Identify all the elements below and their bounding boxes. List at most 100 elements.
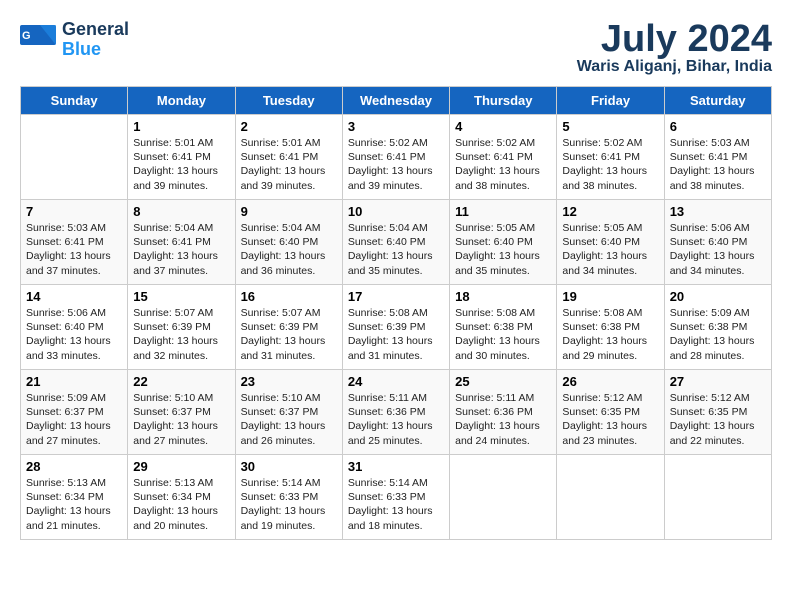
day-number: 26 (562, 374, 658, 389)
location: Waris Aliganj, Bihar, India (577, 58, 772, 76)
day-info: Sunrise: 5:11 AM Sunset: 6:36 PM Dayligh… (348, 391, 444, 448)
day-info: Sunrise: 5:12 AM Sunset: 6:35 PM Dayligh… (670, 391, 766, 448)
title-block: July 2024 Waris Aliganj, Bihar, India (577, 20, 772, 76)
day-info: Sunrise: 5:10 AM Sunset: 6:37 PM Dayligh… (241, 391, 337, 448)
calendar-cell (21, 115, 128, 200)
day-info: Sunrise: 5:02 AM Sunset: 6:41 PM Dayligh… (562, 136, 658, 193)
day-number: 23 (241, 374, 337, 389)
day-info: Sunrise: 5:09 AM Sunset: 6:38 PM Dayligh… (670, 306, 766, 363)
logo: G General Blue (20, 20, 129, 60)
day-number: 30 (241, 459, 337, 474)
calendar-week-3: 14 Sunrise: 5:06 AM Sunset: 6:40 PM Dayli… (21, 285, 772, 370)
calendar-week-4: 21 Sunrise: 5:09 AM Sunset: 6:37 PM Dayli… (21, 370, 772, 455)
day-number: 12 (562, 204, 658, 219)
day-info: Sunrise: 5:07 AM Sunset: 6:39 PM Dayligh… (241, 306, 337, 363)
calendar-cell: 2 Sunrise: 5:01 AM Sunset: 6:41 PM Daylig… (235, 115, 342, 200)
day-info: Sunrise: 5:01 AM Sunset: 6:41 PM Dayligh… (133, 136, 229, 193)
day-info: Sunrise: 5:08 AM Sunset: 6:39 PM Dayligh… (348, 306, 444, 363)
calendar-cell: 19 Sunrise: 5:08 AM Sunset: 6:38 PM Dayli… (557, 285, 664, 370)
dow-header-wednesday: Wednesday (342, 87, 449, 115)
day-info: Sunrise: 5:08 AM Sunset: 6:38 PM Dayligh… (562, 306, 658, 363)
day-number: 11 (455, 204, 551, 219)
day-number: 15 (133, 289, 229, 304)
day-info: Sunrise: 5:01 AM Sunset: 6:41 PM Dayligh… (241, 136, 337, 193)
day-number: 14 (26, 289, 122, 304)
dow-header-tuesday: Tuesday (235, 87, 342, 115)
day-number: 10 (348, 204, 444, 219)
calendar-cell: 26 Sunrise: 5:12 AM Sunset: 6:35 PM Dayli… (557, 370, 664, 455)
calendar-cell: 5 Sunrise: 5:02 AM Sunset: 6:41 PM Daylig… (557, 115, 664, 200)
day-info: Sunrise: 5:13 AM Sunset: 6:34 PM Dayligh… (133, 476, 229, 533)
calendar-week-5: 28Sunrise: 5:13 AM Sunset: 6:34 PM Dayli… (21, 455, 772, 540)
dow-header-sunday: Sunday (21, 87, 128, 115)
calendar-cell: 11 Sunrise: 5:05 AM Sunset: 6:40 PM Dayli… (450, 200, 557, 285)
calendar-cell: 22Sunrise: 5:10 AM Sunset: 6:37 PM Dayli… (128, 370, 235, 455)
day-number: 19 (562, 289, 658, 304)
calendar-cell: 12Sunrise: 5:05 AM Sunset: 6:40 PM Dayli… (557, 200, 664, 285)
day-info: Sunrise: 5:05 AM Sunset: 6:40 PM Dayligh… (455, 221, 551, 278)
calendar-cell: 18Sunrise: 5:08 AM Sunset: 6:38 PM Dayli… (450, 285, 557, 370)
day-number: 7 (26, 204, 122, 219)
calendar-cell (664, 455, 771, 540)
calendar-cell: 21 Sunrise: 5:09 AM Sunset: 6:37 PM Dayli… (21, 370, 128, 455)
day-info: Sunrise: 5:06 AM Sunset: 6:40 PM Dayligh… (670, 221, 766, 278)
calendar-cell: 10Sunrise: 5:04 AM Sunset: 6:40 PM Dayli… (342, 200, 449, 285)
page-header: G General Blue July 2024 Waris Aliganj, … (20, 20, 772, 76)
day-info: Sunrise: 5:14 AM Sunset: 6:33 PM Dayligh… (241, 476, 337, 533)
month-title: July 2024 (577, 20, 772, 58)
day-info: Sunrise: 5:04 AM Sunset: 6:40 PM Dayligh… (241, 221, 337, 278)
day-info: Sunrise: 5:02 AM Sunset: 6:41 PM Dayligh… (348, 136, 444, 193)
calendar-cell: 6Sunrise: 5:03 AM Sunset: 6:41 PM Daylig… (664, 115, 771, 200)
day-info: Sunrise: 5:14 AM Sunset: 6:33 PM Dayligh… (348, 476, 444, 533)
calendar-cell: 14 Sunrise: 5:06 AM Sunset: 6:40 PM Dayli… (21, 285, 128, 370)
svg-text:G: G (22, 30, 31, 42)
dow-header-friday: Friday (557, 87, 664, 115)
calendar-cell: 16Sunrise: 5:07 AM Sunset: 6:39 PM Dayli… (235, 285, 342, 370)
calendar-cell: 28Sunrise: 5:13 AM Sunset: 6:34 PM Dayli… (21, 455, 128, 540)
day-info: Sunrise: 5:10 AM Sunset: 6:37 PM Dayligh… (133, 391, 229, 448)
calendar-cell: 15Sunrise: 5:07 AM Sunset: 6:39 PM Dayli… (128, 285, 235, 370)
day-info: Sunrise: 5:06 AM Sunset: 6:40 PM Dayligh… (26, 306, 122, 363)
day-number: 29 (133, 459, 229, 474)
day-number: 25 (455, 374, 551, 389)
calendar-cell: 3 Sunrise: 5:02 AM Sunset: 6:41 PM Daylig… (342, 115, 449, 200)
calendar-cell: 13 Sunrise: 5:06 AM Sunset: 6:40 PM Dayli… (664, 200, 771, 285)
day-number: 8 (133, 204, 229, 219)
days-of-week-row: SundayMondayTuesdayWednesdayThursdayFrid… (21, 87, 772, 115)
calendar-cell: 30 Sunrise: 5:14 AM Sunset: 6:33 PM Dayli… (235, 455, 342, 540)
calendar-cell: 8Sunrise: 5:04 AM Sunset: 6:41 PM Daylig… (128, 200, 235, 285)
day-number: 1 (133, 119, 229, 134)
day-info: Sunrise: 5:03 AM Sunset: 6:41 PM Dayligh… (26, 221, 122, 278)
day-number: 20 (670, 289, 766, 304)
calendar-cell: 9 Sunrise: 5:04 AM Sunset: 6:40 PM Daylig… (235, 200, 342, 285)
calendar-table: SundayMondayTuesdayWednesdayThursdayFrid… (20, 86, 772, 540)
day-number: 3 (348, 119, 444, 134)
calendar-cell: 31 Sunrise: 5:14 AM Sunset: 6:33 PM Dayli… (342, 455, 449, 540)
dow-header-thursday: Thursday (450, 87, 557, 115)
day-info: Sunrise: 5:09 AM Sunset: 6:37 PM Dayligh… (26, 391, 122, 448)
calendar-cell: 27Sunrise: 5:12 AM Sunset: 6:35 PM Dayli… (664, 370, 771, 455)
day-number: 17 (348, 289, 444, 304)
logo-icon: G (20, 25, 56, 55)
day-number: 18 (455, 289, 551, 304)
calendar-week-1: 1 Sunrise: 5:01 AM Sunset: 6:41 PM Daylig… (21, 115, 772, 200)
day-number: 9 (241, 204, 337, 219)
calendar-cell: 24 Sunrise: 5:11 AM Sunset: 6:36 PM Dayli… (342, 370, 449, 455)
calendar-cell: 7 Sunrise: 5:03 AM Sunset: 6:41 PM Daylig… (21, 200, 128, 285)
day-info: Sunrise: 5:02 AM Sunset: 6:41 PM Dayligh… (455, 136, 551, 193)
calendar-cell: 17 Sunrise: 5:08 AM Sunset: 6:39 PM Dayli… (342, 285, 449, 370)
day-info: Sunrise: 5:13 AM Sunset: 6:34 PM Dayligh… (26, 476, 122, 533)
day-number: 24 (348, 374, 444, 389)
day-number: 21 (26, 374, 122, 389)
calendar-cell: 25Sunrise: 5:11 AM Sunset: 6:36 PM Dayli… (450, 370, 557, 455)
day-number: 13 (670, 204, 766, 219)
calendar-cell: 29 Sunrise: 5:13 AM Sunset: 6:34 PM Dayli… (128, 455, 235, 540)
day-info: Sunrise: 5:12 AM Sunset: 6:35 PM Dayligh… (562, 391, 658, 448)
day-number: 31 (348, 459, 444, 474)
day-number: 2 (241, 119, 337, 134)
logo-text: General Blue (62, 20, 129, 60)
calendar-cell: 4Sunrise: 5:02 AM Sunset: 6:41 PM Daylig… (450, 115, 557, 200)
day-number: 5 (562, 119, 658, 134)
dow-header-monday: Monday (128, 87, 235, 115)
calendar-body: 1 Sunrise: 5:01 AM Sunset: 6:41 PM Daylig… (21, 115, 772, 540)
